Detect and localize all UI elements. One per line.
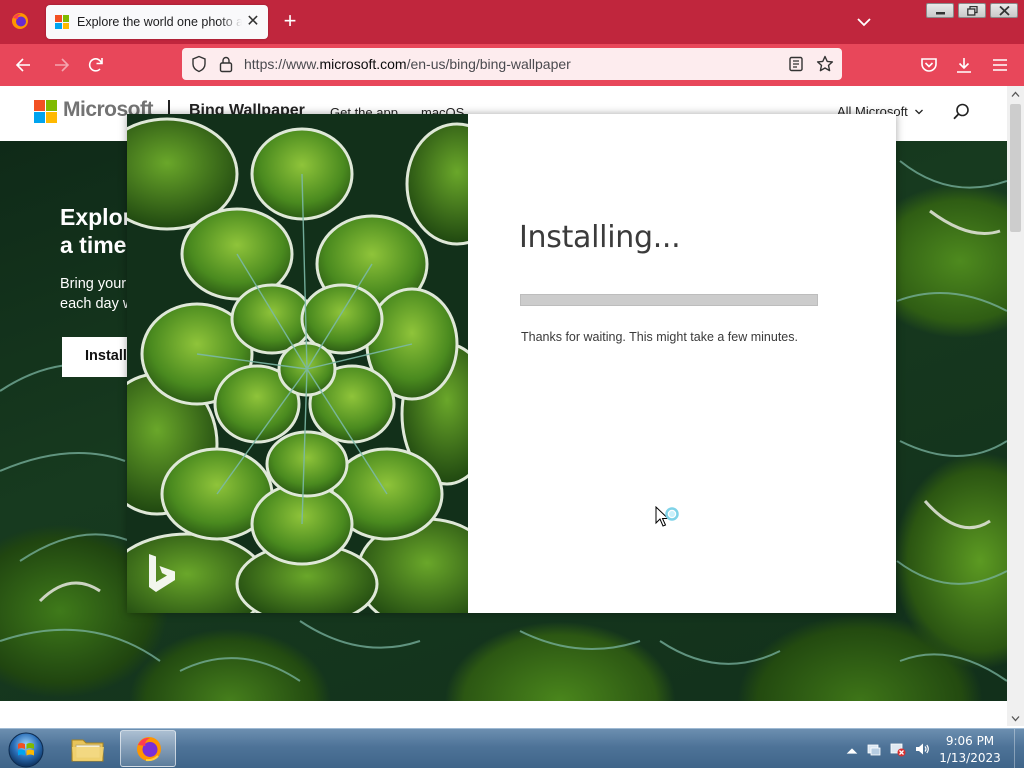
scroll-up-arrow-icon[interactable] [1011,90,1020,99]
taskbar-firefox[interactable] [120,730,176,767]
downloads-icon[interactable] [954,55,974,75]
back-icon[interactable] [14,55,34,75]
network-disconnected-icon[interactable] [890,741,906,757]
search-icon[interactable] [951,102,971,122]
tracking-protection-shield-icon[interactable] [190,55,208,73]
action-center-flag-icon[interactable] [866,741,882,757]
restore-button[interactable] [958,3,986,18]
close-window-button[interactable] [990,3,1018,18]
reload-icon[interactable] [86,55,106,75]
busy-cursor-icon [655,506,679,527]
browser-navigation-bar: https://www.microsoft.com/en-us/bing/bin… [0,44,1024,86]
install-progress-bar [520,294,818,306]
page-scrollbar[interactable] [1007,86,1024,726]
microsoft-logo-icon[interactable] [34,100,57,123]
windows-taskbar: 9:06 PM 1/13/2023 [0,728,1024,768]
volume-icon[interactable] [914,741,930,757]
minimize-button[interactable] [926,3,954,18]
browser-tab-bar: Explore the world one photo at a time ✕ … [0,0,1024,44]
url-text[interactable]: https://www.microsoft.com/en-us/bing/bin… [244,56,571,72]
show-hidden-icons-icon[interactable] [844,743,860,759]
browser-tab[interactable]: Explore the world one photo at a time ✕ [46,5,268,39]
bing-logo-icon [149,554,175,592]
new-tab-icon[interactable]: + [280,10,300,32]
show-desktop-button[interactable] [1014,729,1024,768]
page-lower-section [0,701,1007,726]
address-bar[interactable]: https://www.microsoft.com/en-us/bing/bin… [182,48,842,80]
scroll-down-arrow-icon[interactable] [1011,714,1020,723]
url-prefix: https://www. [244,56,320,72]
firefox-view-icon[interactable] [8,9,32,33]
bookmark-star-icon[interactable] [816,55,834,73]
microsoft-favicon-icon [55,15,69,29]
tab-close-icon[interactable]: ✕ [244,13,262,31]
url-domain: microsoft.com [319,56,407,72]
app-menu-hamburger-icon[interactable] [990,55,1010,75]
installer-succulent-artwork [127,114,468,613]
forward-icon[interactable] [51,55,71,75]
lock-icon[interactable] [218,55,234,73]
installer-status-title: Installing... [519,220,681,255]
clock-date[interactable]: 1/13/2023 [930,751,1010,765]
install-button-label: Install [85,348,127,364]
installer-wait-message: Thanks for waiting. This might take a fe… [521,330,798,344]
list-all-tabs-icon[interactable] [854,13,874,31]
bing-wallpaper-installer-window: Installing... Thanks for waiting. This m… [127,114,896,613]
pocket-icon[interactable] [919,55,939,75]
chevron-down-icon [915,109,924,115]
scrollbar-thumb[interactable] [1010,104,1021,232]
url-path: /en-us/bing/bing-wallpaper [406,56,571,72]
reader-view-icon[interactable] [788,56,804,72]
firefox-icon [137,737,161,762]
folder-icon [71,739,104,762]
tab-title: Explore the world one photo at a time [77,15,242,29]
clock-time[interactable]: 9:06 PM [930,734,1010,748]
succulent-rosette-image [127,114,468,613]
start-button-icon[interactable] [7,731,45,768]
taskbar-windows-explorer[interactable] [60,730,116,767]
